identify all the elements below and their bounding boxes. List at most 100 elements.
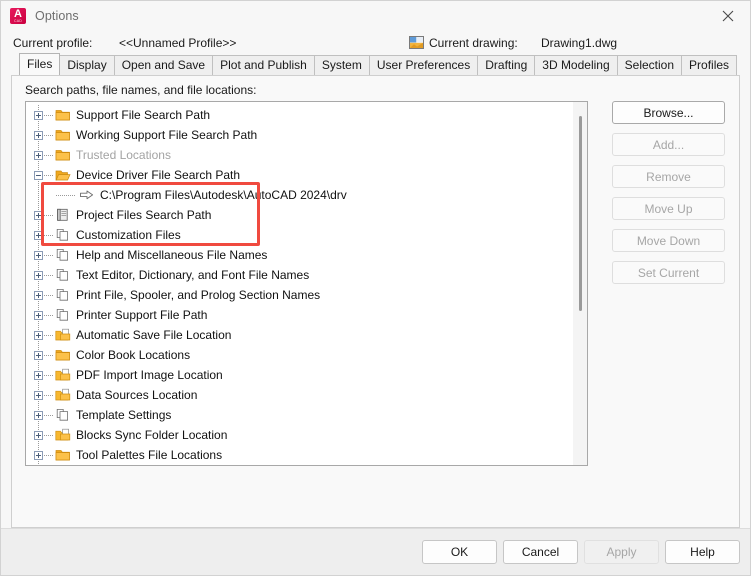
tree-row[interactable]: Customization Files <box>26 225 587 245</box>
browse-button[interactable]: Browse... <box>612 101 725 124</box>
window-title: Options <box>35 9 79 23</box>
expand-node-icon[interactable] <box>34 230 43 240</box>
tree-row-label: Help and Miscellaneous File Names <box>76 248 268 262</box>
tree-row-label: Data Sources Location <box>76 388 198 402</box>
expand-node-icon[interactable] <box>34 450 43 460</box>
folder-closed-icon <box>55 148 71 162</box>
tree-row[interactable]: Color Book Locations <box>26 345 587 365</box>
tree-row[interactable]: Blocks Sync Folder Location <box>26 425 587 445</box>
collapse-node-icon[interactable] <box>34 170 43 180</box>
tree-row-label: PDF Import Image Location <box>76 368 223 382</box>
apply-button: Apply <box>584 540 659 564</box>
help-button[interactable]: Help <box>665 540 740 564</box>
expand-node-icon[interactable] <box>34 130 43 140</box>
expand-node-icon[interactable] <box>34 150 43 160</box>
ok-button[interactable]: OK <box>422 540 497 564</box>
tab-strip: Files Display Open and Save Plot and Publis… <box>1 53 750 75</box>
tree-row[interactable]: Printer Support File Path <box>26 305 587 325</box>
tree-connector <box>44 254 53 256</box>
dialog-footer: OK Cancel Apply Help <box>1 528 750 575</box>
expand-node-icon[interactable] <box>34 210 43 220</box>
tab-selection[interactable]: Selection <box>616 55 683 75</box>
tab-files[interactable]: Files <box>19 53 61 75</box>
tree-row[interactable]: Help and Miscellaneous File Names <box>26 245 587 265</box>
tree-row[interactable]: Template Settings <box>26 405 587 425</box>
tree-scrollbar-thumb[interactable] <box>579 116 582 311</box>
tree-row-label: Device Driver File Search Path <box>76 168 241 182</box>
tree-row[interactable]: PDF Import Image Location <box>26 365 587 385</box>
tree-row-label: Support File Search Path <box>76 108 211 122</box>
move-down-button: Move Down <box>612 229 725 252</box>
arrow-right-icon <box>79 188 95 202</box>
tab-profiles[interactable]: Profiles <box>681 55 738 75</box>
tree-row[interactable]: Data Sources Location <box>26 385 587 405</box>
files-tab-panel: Search paths, file names, and file locat… <box>11 75 740 528</box>
tab-3d-modeling[interactable]: 3D Modeling <box>534 55 618 75</box>
expand-node-icon[interactable] <box>34 270 43 280</box>
expand-node-icon[interactable] <box>34 410 43 420</box>
tree-connector <box>44 234 53 236</box>
pages-icon <box>55 408 71 422</box>
app-icon-subtext: CAD <box>14 19 22 23</box>
drawing-file-icon <box>409 36 424 49</box>
tree-row-label: Template Settings <box>76 408 172 422</box>
search-paths-group-label: Search paths, file names, and file locat… <box>25 83 257 97</box>
tree-scroll-viewport: Support File Search Path Working Support … <box>26 102 587 465</box>
expand-node-icon[interactable] <box>34 370 43 380</box>
tree-row[interactable]: Working Support File Search Path <box>26 125 587 145</box>
tab-user-preferences[interactable]: User Preferences <box>368 55 479 75</box>
tree-connector <box>44 394 53 396</box>
expand-node-icon[interactable] <box>34 390 43 400</box>
tree-row[interactable]: Automatic Save File Location <box>26 325 587 345</box>
tree-row-label: Tool Palettes File Locations <box>76 448 223 462</box>
tree-row-label: Blocks Sync Folder Location <box>76 428 228 442</box>
tab-plot-and-publish[interactable]: Plot and Publish <box>212 55 315 75</box>
tree-row-label: Trusted Locations <box>76 148 171 162</box>
folder-closed-icon <box>55 108 71 122</box>
tab-drafting[interactable]: Drafting <box>477 55 536 75</box>
tree-row-label: Automatic Save File Location <box>76 328 232 342</box>
expand-node-icon[interactable] <box>34 250 43 260</box>
current-profile-label: Current profile: <box>13 36 93 50</box>
close-icon[interactable] <box>706 1 750 31</box>
tree-connector <box>44 114 53 116</box>
binder-icon <box>55 208 71 222</box>
expand-node-icon[interactable] <box>34 330 43 340</box>
tree-row-label: Customization Files <box>76 228 181 242</box>
tree-connector <box>44 374 53 376</box>
tab-display[interactable]: Display <box>59 55 115 75</box>
expand-node-icon[interactable] <box>34 290 43 300</box>
tree-row[interactable]: Project Files Search Path <box>26 205 587 225</box>
autocad-a-icon: A CAD <box>10 8 26 24</box>
tree-row-label: Text Editor, Dictionary, and Font File N… <box>76 268 310 282</box>
tree-row-label: Print File, Spooler, and Prolog Section … <box>76 288 321 302</box>
tree-row[interactable]: Tool Palettes File Locations <box>26 445 587 465</box>
tree-connector <box>44 214 53 216</box>
tree-row[interactable]: Trusted Locations <box>26 145 587 165</box>
tree-row[interactable]: C:\Program Files\Autodesk\AutoCAD 2024\d… <box>26 185 587 205</box>
tree-vertical-scrollbar[interactable] <box>573 102 587 465</box>
expand-node-icon[interactable] <box>34 350 43 360</box>
tree-row-label: Project Files Search Path <box>76 208 212 222</box>
expand-node-icon[interactable] <box>34 310 43 320</box>
expand-node-icon[interactable] <box>34 430 43 440</box>
pages-icon <box>55 308 71 322</box>
tree-rows: Support File Search Path Working Support … <box>26 102 587 465</box>
tree-row-label: Printer Support File Path <box>76 308 208 322</box>
tree-row[interactable]: Text Editor, Dictionary, and Font File N… <box>26 265 587 285</box>
expand-node-icon[interactable] <box>34 110 43 120</box>
pages-icon <box>55 288 71 302</box>
tree-connector <box>44 314 53 316</box>
tree-connector <box>44 294 53 296</box>
tree-connector <box>44 414 53 416</box>
tree-row[interactable]: Device Driver File Search Path <box>26 165 587 185</box>
tab-open-and-save[interactable]: Open and Save <box>113 55 214 75</box>
tab-system[interactable]: System <box>313 55 370 75</box>
file-paths-tree[interactable]: Support File Search Path Working Support … <box>25 101 588 466</box>
folder-page-icon <box>55 388 71 402</box>
folder-page-icon <box>55 328 71 342</box>
folder-page-icon <box>55 368 71 382</box>
cancel-button[interactable]: Cancel <box>503 540 578 564</box>
tree-row[interactable]: Print File, Spooler, and Prolog Section … <box>26 285 587 305</box>
tree-row[interactable]: Support File Search Path <box>26 105 587 125</box>
